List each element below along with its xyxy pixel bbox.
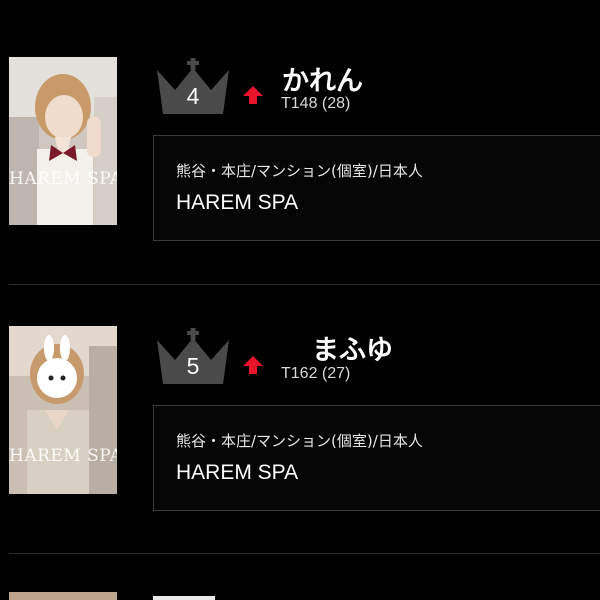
next-entry-partial (153, 596, 215, 600)
profile-name[interactable]: まふゆ (312, 328, 393, 367)
divider (9, 553, 600, 554)
up-arrow-icon (243, 356, 263, 374)
profile-stats: T162 (27) (281, 365, 351, 382)
profile-stats: T148 (28) (281, 95, 351, 112)
next-profile-photo[interactable] (9, 592, 117, 600)
profile-name[interactable]: かれん (282, 59, 363, 98)
rank-crown: 4 (155, 58, 231, 122)
up-arrow-icon (243, 86, 263, 104)
info-box[interactable]: 熊谷・本庄/マンション(個室)/日本人 HAREM SPA (153, 135, 600, 241)
shop-name[interactable]: HAREM SPA (176, 461, 298, 485)
divider (9, 284, 600, 285)
shop-name[interactable]: HAREM SPA (176, 191, 298, 215)
photo-watermark: HAREM SPA (9, 446, 117, 466)
rank-number: 5 (186, 353, 200, 379)
area-text: 熊谷・本庄/マンション(個室)/日本人 (176, 432, 423, 450)
photo-image (9, 57, 117, 225)
photo-watermark: HAREM SPA (9, 169, 117, 189)
area-text: 熊谷・本庄/マンション(個室)/日本人 (176, 162, 423, 180)
profile-photo[interactable]: HAREM SPA (9, 326, 117, 494)
profile-photo[interactable]: HAREM SPA (9, 57, 117, 225)
info-box[interactable]: 熊谷・本庄/マンション(個室)/日本人 HAREM SPA (153, 405, 600, 511)
rank-number: 4 (186, 83, 200, 109)
photo-image (9, 326, 117, 494)
rank-crown: 5 (155, 328, 231, 392)
